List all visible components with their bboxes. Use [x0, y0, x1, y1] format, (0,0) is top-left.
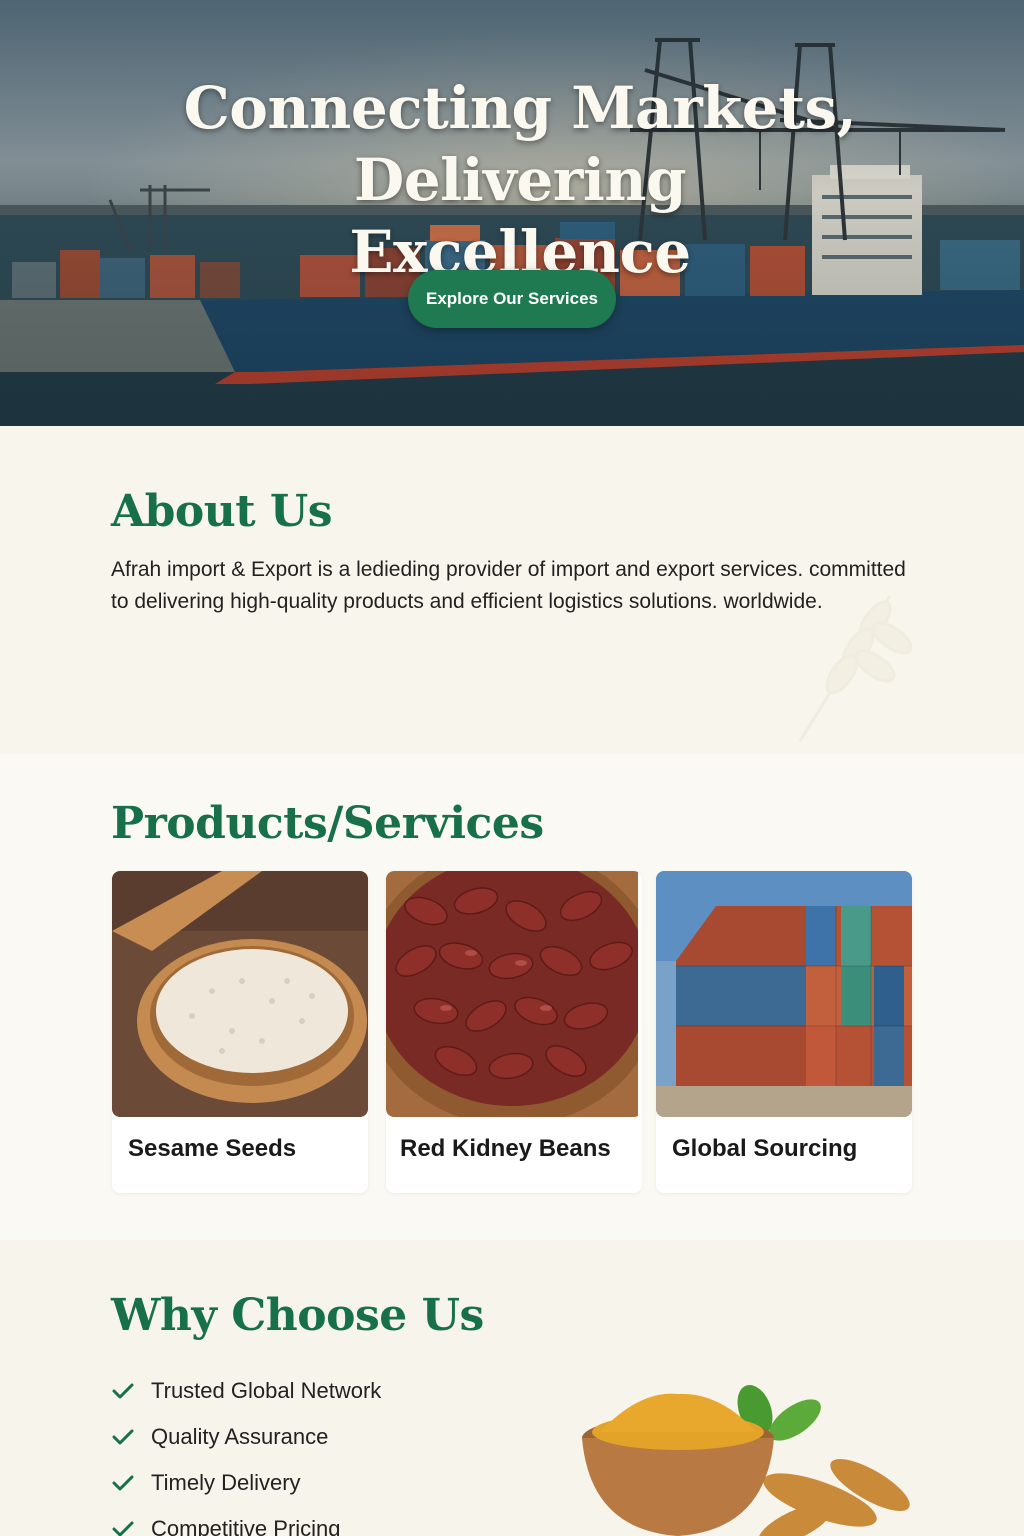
- turmeric-bowl-image: [582, 1384, 910, 1536]
- product-label-global-sourcing: Global Sourcing: [672, 1135, 858, 1162]
- shipping-containers-image: [656, 871, 912, 1117]
- hero-title-line1: Connecting Markets,: [183, 74, 857, 142]
- products-title: Products/Services: [111, 798, 544, 849]
- hero-title-line2: Delivering Excellence: [349, 146, 691, 286]
- list-item: Timely Delivery: [111, 1460, 381, 1506]
- product-label-kidney-beans: Red Kidney Beans: [400, 1135, 611, 1162]
- list-item: Trusted Global Network: [111, 1368, 381, 1414]
- why-title: Why Choose Us: [111, 1290, 484, 1341]
- check-icon: [112, 1521, 134, 1536]
- product-card-kidney-beans[interactable]: Red Kidney Beans: [386, 871, 642, 1193]
- why-item-label: Trusted Global Network: [151, 1378, 382, 1403]
- explore-services-button[interactable]: Explore Our Services: [408, 270, 616, 328]
- product-card-global-sourcing[interactable]: Global Sourcing: [656, 871, 912, 1193]
- hero-title: Connecting Markets, Delivering Excellenc…: [180, 72, 860, 288]
- sesame-seeds-image: [112, 871, 368, 1117]
- about-title: About Us: [111, 486, 333, 537]
- why-item-label: Timely Delivery: [151, 1470, 301, 1495]
- wheat-watermark-icon: [798, 595, 913, 742]
- products-section: Products/Services Sesame Seeds Red Kidne…: [0, 754, 1024, 1240]
- list-item: Quality Assurance: [111, 1414, 381, 1460]
- why-section: Why Choose Us Trusted Global Network Qua…: [0, 1240, 1024, 1536]
- check-icon: [112, 1475, 134, 1491]
- product-card-sesame[interactable]: Sesame Seeds: [112, 871, 368, 1193]
- kidney-beans-image: [386, 871, 642, 1117]
- product-label-sesame: Sesame Seeds: [128, 1135, 297, 1162]
- why-item-label: Competitive Pricing: [151, 1516, 341, 1536]
- why-list: Trusted Global Network Quality Assurance…: [111, 1368, 381, 1536]
- list-item: Competitive Pricing: [111, 1506, 381, 1536]
- why-item-label: Quality Assurance: [151, 1424, 329, 1449]
- hero-section: Connecting Markets, Delivering Excellenc…: [0, 0, 1024, 426]
- about-section: About Us Afrah import & Export is a ledi…: [0, 426, 1024, 754]
- check-icon: [112, 1429, 134, 1445]
- check-icon: [112, 1383, 134, 1399]
